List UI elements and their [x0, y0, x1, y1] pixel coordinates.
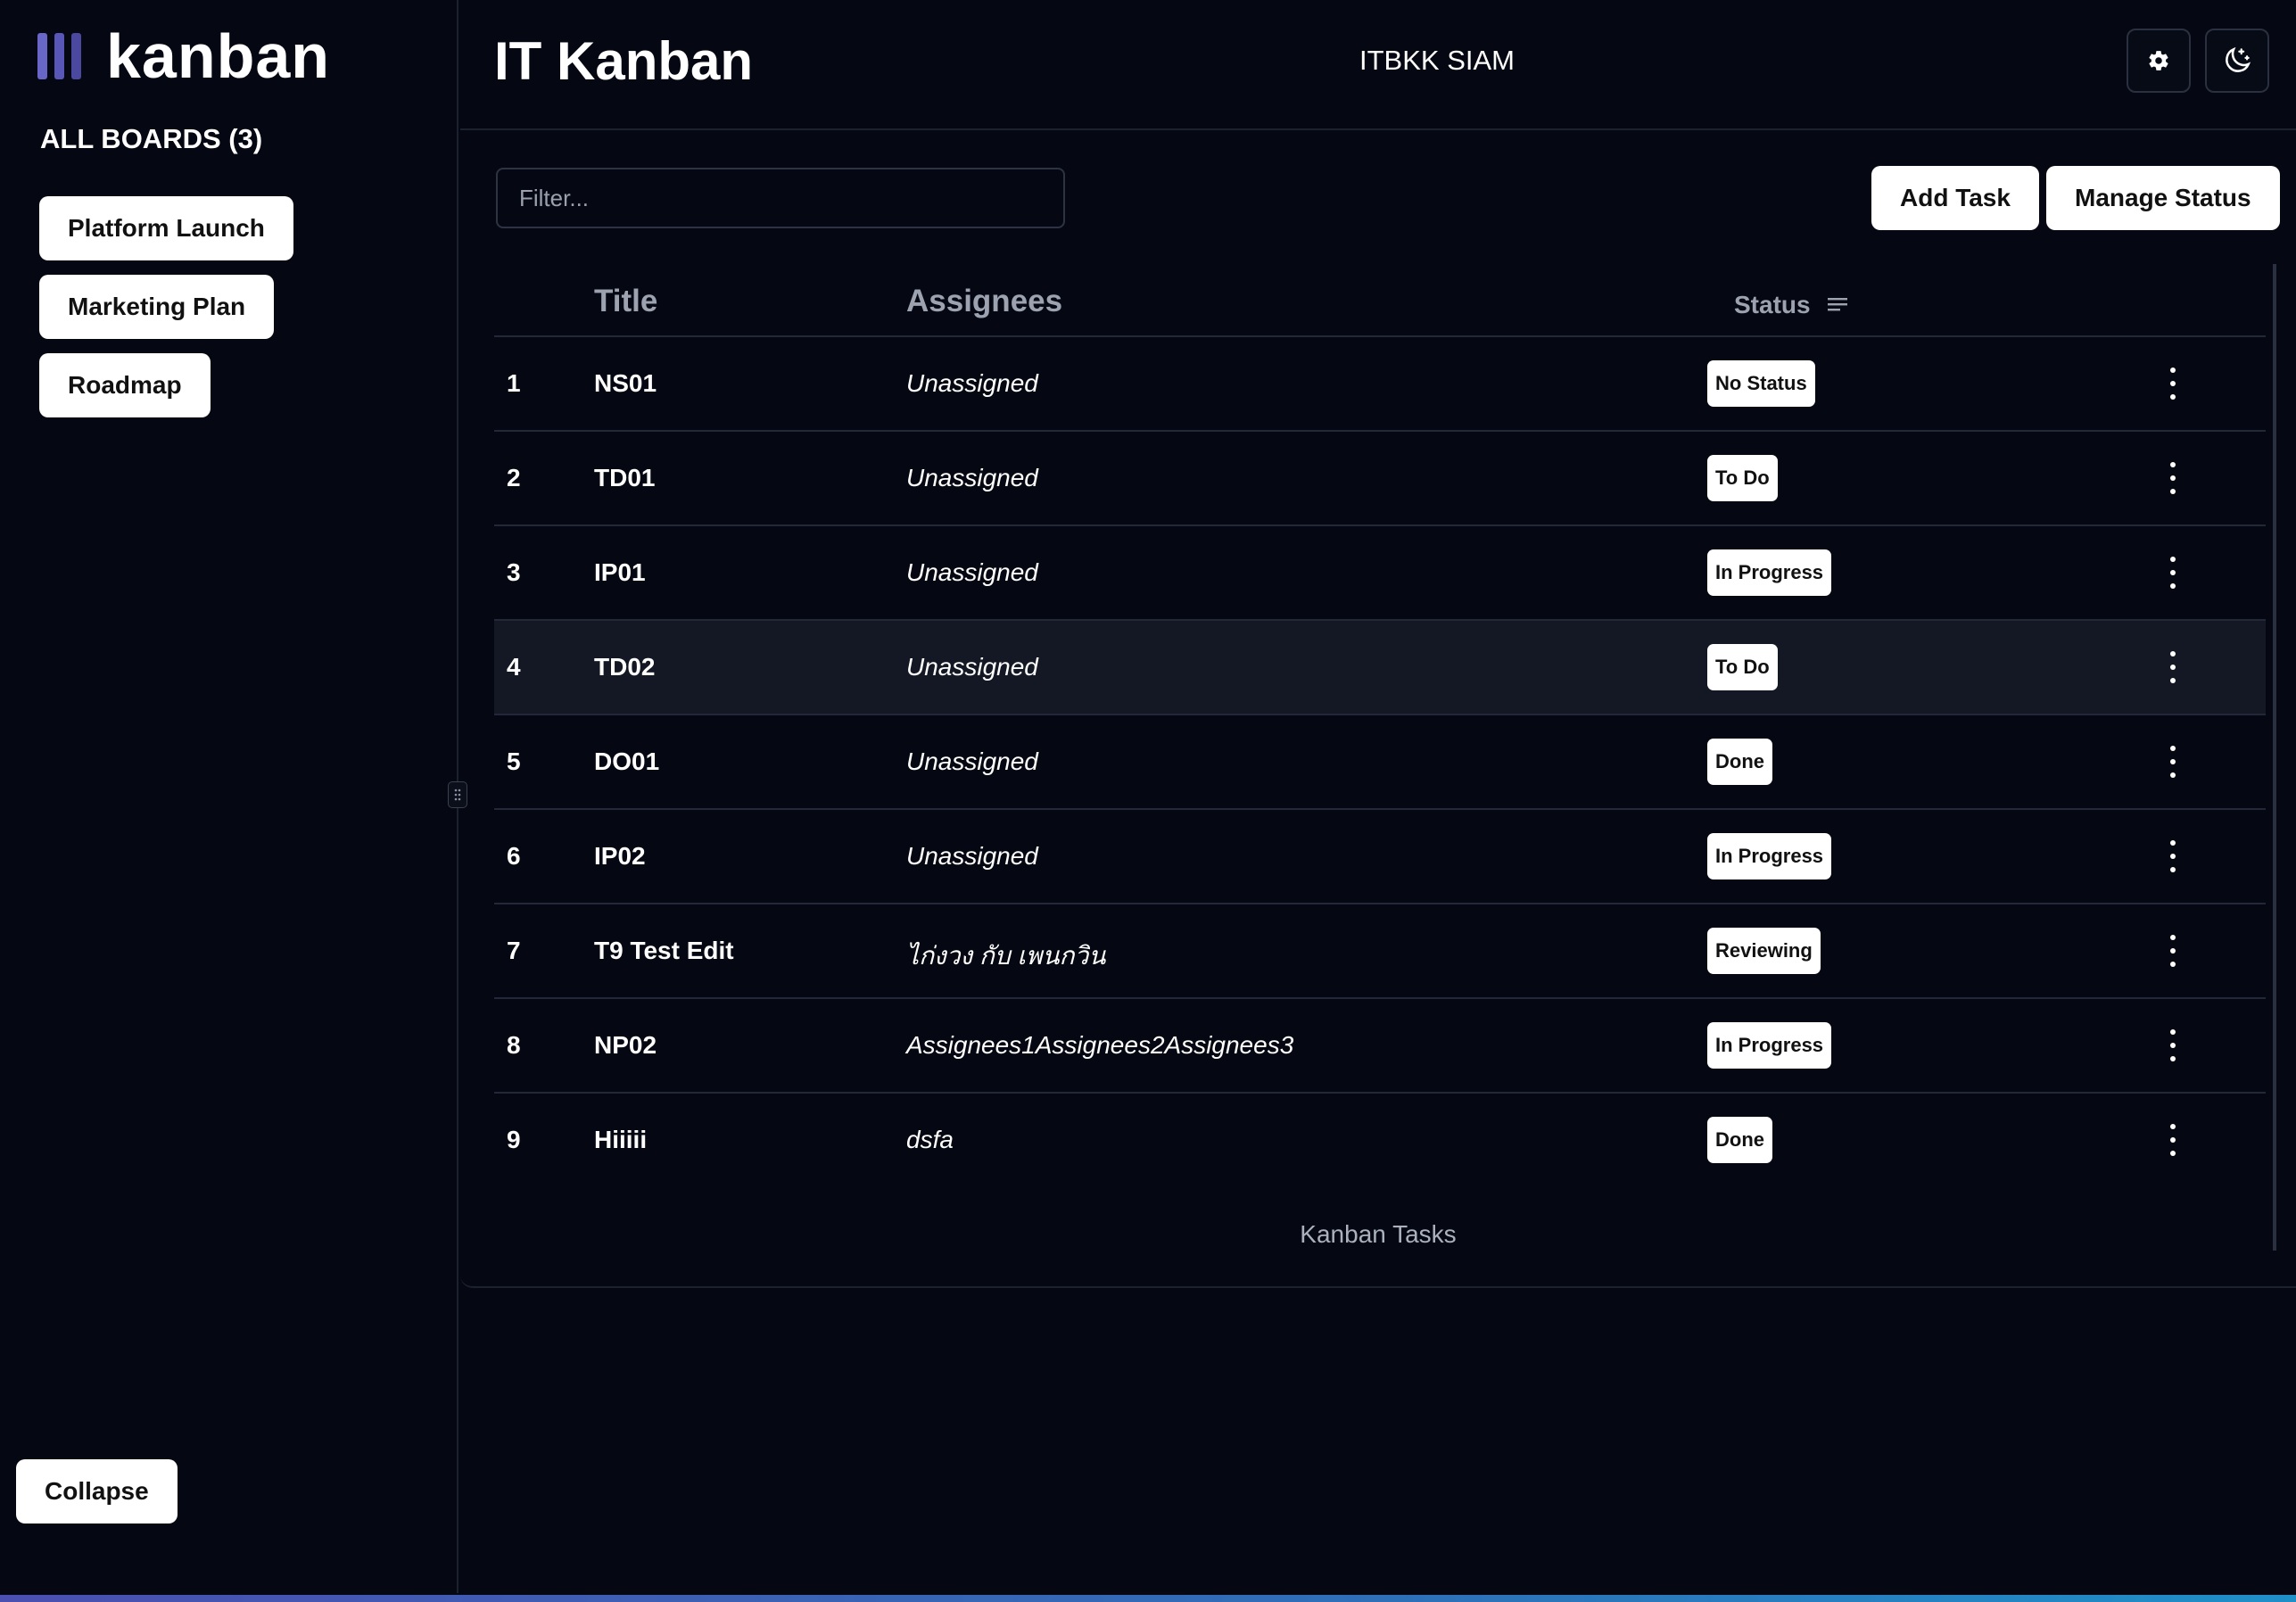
task-title[interactable]: T9 Test Edit — [594, 937, 734, 965]
table-row[interactable]: 7 T9 Test Edit ไก่งวง กับ เพนกวิน Review… — [494, 904, 2266, 999]
board-button-platform-launch[interactable]: Platform Launch — [39, 196, 293, 260]
status-badge: In Progress — [1707, 1022, 1832, 1069]
more-options-icon[interactable] — [2157, 1026, 2189, 1065]
row-number: 5 — [507, 747, 521, 775]
table-row[interactable]: 1 NS01 Unassigned No Status — [494, 337, 2266, 432]
row-number: 2 — [507, 464, 521, 491]
task-assignees: Unassigned — [906, 842, 1038, 870]
scrollbar[interactable] — [2273, 264, 2276, 1251]
header: IT Kanban ITBKK SIAM — [460, 0, 2296, 130]
column-header-status-label: Status — [1734, 291, 1811, 318]
more-options-icon[interactable] — [2157, 648, 2189, 687]
task-title[interactable]: NP02 — [594, 1031, 657, 1060]
task-title[interactable]: IP02 — [594, 842, 646, 871]
task-assignees: ไก่งวง กับ เพนกวิน — [906, 942, 1106, 970]
sort-icon[interactable] — [1827, 295, 1848, 315]
app-root: kanban ALL BOARDS (3) Platform Launch Ma… — [0, 0, 2296, 1602]
add-task-button[interactable]: Add Task — [1871, 166, 2039, 230]
status-badge: Done — [1707, 1117, 1772, 1163]
task-title[interactable]: DO01 — [594, 747, 659, 776]
task-assignees: Unassigned — [906, 653, 1038, 681]
task-assignees: Unassigned — [906, 369, 1038, 397]
task-title[interactable]: IP01 — [594, 558, 646, 587]
task-title[interactable]: TD02 — [594, 653, 655, 681]
table-row[interactable]: 5 DO01 Unassigned Done — [494, 715, 2266, 810]
row-number: 8 — [507, 1031, 521, 1059]
collapse-button[interactable]: Collapse — [16, 1459, 178, 1524]
logo[interactable]: kanban — [37, 25, 330, 87]
row-number: 9 — [507, 1126, 521, 1153]
status-badge: No Status — [1707, 360, 1815, 407]
org-name: ITBKK SIAM — [1359, 45, 1515, 76]
task-assignees: dsfa — [906, 1126, 954, 1153]
boards-heading: ALL BOARDS (3) — [40, 123, 263, 154]
column-header-title: Title — [594, 284, 658, 318]
settings-button[interactable] — [2127, 29, 2191, 93]
kanban-logo-icon — [37, 33, 81, 79]
sidebar: kanban ALL BOARDS (3) Platform Launch Ma… — [0, 0, 458, 1593]
board-button-marketing-plan[interactable]: Marketing Plan — [39, 275, 275, 339]
logo-text: kanban — [106, 21, 331, 91]
table-caption: Kanban Tasks — [1300, 1220, 1457, 1248]
table-row[interactable]: 9 Hiiiii dsfa Done — [494, 1094, 2266, 1188]
table-header: Title Assignees Status — [494, 264, 2266, 337]
column-header-assignees: Assignees — [906, 284, 1063, 318]
task-table: Title Assignees Status 1 NS01 Unassigned… — [460, 264, 2296, 1288]
status-badge: Done — [1707, 739, 1772, 785]
status-badge: In Progress — [1707, 549, 1832, 596]
task-assignees: Unassigned — [906, 558, 1038, 586]
more-options-icon[interactable] — [2157, 364, 2189, 403]
table-row[interactable]: 3 IP01 Unassigned In Progress — [494, 526, 2266, 621]
status-badge: Reviewing — [1707, 928, 1821, 974]
task-assignees: Unassigned — [906, 464, 1038, 491]
status-badge: To Do — [1707, 644, 1778, 690]
manage-status-button[interactable]: Manage Status — [2046, 166, 2280, 230]
task-assignees: Unassigned — [906, 747, 1038, 775]
table-row[interactable]: 6 IP02 Unassigned In Progress — [494, 810, 2266, 904]
theme-toggle-button[interactable] — [2205, 29, 2269, 93]
more-options-icon[interactable] — [2157, 553, 2189, 592]
table-row[interactable]: 8 NP02 Assignees1Assignees2Assignees3 In… — [494, 999, 2266, 1094]
table-body: 1 NS01 Unassigned No Status 2 TD01 Unass… — [494, 337, 2266, 1188]
row-number: 1 — [507, 369, 521, 397]
more-options-icon[interactable] — [2157, 1120, 2189, 1160]
status-badge: In Progress — [1707, 833, 1832, 879]
bottom-accent-bar — [0, 1595, 2296, 1602]
more-options-icon[interactable] — [2157, 742, 2189, 781]
row-number: 4 — [507, 653, 521, 681]
page-title: IT Kanban — [494, 31, 754, 91]
filter-input[interactable] — [496, 168, 1065, 228]
column-header-status[interactable]: Status — [1734, 291, 1848, 319]
table-row[interactable]: 2 TD01 Unassigned To Do — [494, 432, 2266, 526]
row-number: 7 — [507, 937, 521, 964]
board-button-roadmap[interactable]: Roadmap — [39, 353, 211, 417]
row-number: 3 — [507, 558, 521, 586]
more-options-icon[interactable] — [2157, 837, 2189, 876]
row-number: 6 — [507, 842, 521, 870]
more-options-icon[interactable] — [2157, 458, 2189, 498]
moon-icon — [2226, 46, 2251, 72]
more-options-icon[interactable] — [2157, 931, 2189, 970]
task-title[interactable]: Hiiiii — [594, 1126, 647, 1154]
table-row[interactable]: 4 TD02 Unassigned To Do — [494, 621, 2266, 715]
status-badge: To Do — [1707, 455, 1778, 501]
task-assignees: Assignees1Assignees2Assignees3 — [906, 1031, 1294, 1059]
task-title[interactable]: TD01 — [594, 464, 655, 492]
gear-icon — [2149, 51, 2168, 70]
task-title[interactable]: NS01 — [594, 369, 657, 398]
